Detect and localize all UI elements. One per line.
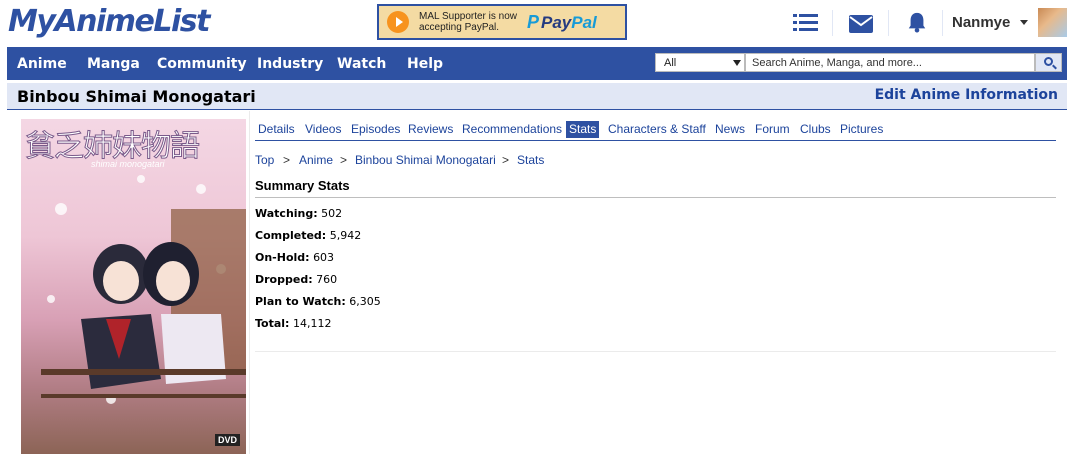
paypal-p-icon: P (527, 11, 540, 32)
paypal-logo-pal: Pal (571, 12, 597, 32)
stat-label: Completed: (255, 229, 327, 242)
search-icon-handle (1052, 64, 1057, 70)
stat-value: 760 (316, 273, 338, 286)
stat-completed: Completed: 5,942 (255, 229, 361, 242)
dvd-badge: DVD (214, 434, 240, 446)
banner-text: MAL Supporter is now accepting PayPal. (419, 11, 518, 33)
site-logo[interactable]: MyAnimeList (8, 4, 210, 39)
anime-tabs: Details Videos Episodes Reviews Recommen… (255, 120, 1056, 141)
breadcrumb-separator: > (283, 153, 291, 167)
paypal-banner[interactable]: MAL Supporter is now accepting PayPal. P… (377, 4, 627, 40)
tab-stats[interactable]: Stats (566, 121, 600, 138)
tab-clubs[interactable]: Clubs (797, 121, 834, 138)
summary-stats-heading: Summary Stats (255, 178, 350, 193)
stat-label: Dropped: (255, 273, 313, 286)
notification-bell-icon[interactable] (904, 11, 930, 33)
cover-artwork (41, 175, 246, 404)
breadcrumb-anime-title[interactable]: Binbou Shimai Monogatari (355, 153, 496, 167)
paypal-logo-pay: Pay (541, 12, 572, 32)
stat-value: 6,305 (349, 295, 381, 308)
chevron-down-icon[interactable] (1020, 20, 1028, 25)
tab-characters-staff[interactable]: Characters & Staff (605, 121, 709, 138)
cover-image[interactable]: 貧乏姉妹物語 shimai monogatari DVD (21, 119, 246, 454)
nav-manga[interactable]: Manga (87, 56, 140, 72)
paypal-logo: P PayPal (527, 12, 597, 33)
tab-videos[interactable]: Videos (302, 121, 344, 138)
stat-value: 603 (313, 251, 335, 264)
breadcrumb-anime[interactable]: Anime (299, 153, 333, 167)
stat-total: Total: 14,112 (255, 317, 331, 330)
tab-reviews[interactable]: Reviews (405, 121, 456, 138)
stat-on-hold: On-Hold: 603 (255, 251, 334, 264)
stat-value: 5,942 (329, 229, 362, 242)
main-nav: Anime Manga Community Industry Watch Hel… (7, 47, 1067, 80)
tab-recommendations[interactable]: Recommendations (459, 121, 565, 138)
header-divider (942, 10, 943, 36)
breadcrumb-separator: > (340, 153, 348, 167)
header-divider (888, 10, 889, 36)
page-title: Binbou Shimai Monogatari (17, 87, 256, 106)
tab-details[interactable]: Details (255, 121, 298, 138)
stat-plan-to-watch: Plan to Watch: 6,305 (255, 295, 381, 308)
username[interactable]: Nanmye (952, 14, 1010, 31)
nav-community[interactable]: Community (157, 56, 247, 72)
divider (255, 197, 1056, 198)
left-column: 貧乏姉妹物語 shimai monogatari DVD (7, 111, 250, 454)
tab-forum[interactable]: Forum (752, 121, 793, 138)
stat-label: Plan to Watch: (255, 295, 346, 308)
nav-industry[interactable]: Industry (257, 56, 323, 72)
search-input[interactable] (745, 53, 1035, 72)
search-category-select[interactable]: All (655, 53, 745, 72)
divider (255, 351, 1056, 352)
play-icon (387, 11, 409, 33)
nav-anime[interactable]: Anime (17, 56, 67, 72)
stat-value: 14,112 (292, 317, 332, 330)
title-bar: Binbou Shimai Monogatari Edit Anime Info… (7, 83, 1067, 110)
search-button[interactable] (1035, 53, 1062, 72)
stat-dropped: Dropped: 760 (255, 273, 337, 286)
header-divider (832, 10, 833, 36)
cover-subtitle: shimai monogatari (91, 159, 165, 169)
breadcrumb-stats[interactable]: Stats (517, 153, 544, 167)
stat-label: On-Hold: (255, 251, 310, 264)
site-header: MyAnimeList MAL Supporter is now accepti… (0, 0, 1075, 45)
edit-anime-link[interactable]: Edit Anime Information (875, 87, 1058, 103)
chevron-down-icon (733, 60, 741, 66)
mail-icon[interactable] (848, 13, 874, 35)
tab-episodes[interactable]: Episodes (348, 121, 403, 138)
stat-label: Watching: (255, 207, 318, 220)
stat-value: 502 (321, 207, 343, 220)
stat-watching: Watching: 502 (255, 207, 342, 220)
stat-label: Total: (255, 317, 290, 330)
tab-pictures[interactable]: Pictures (837, 121, 886, 138)
nav-help[interactable]: Help (407, 56, 443, 72)
tab-news[interactable]: News (712, 121, 748, 138)
breadcrumb-separator: > (502, 153, 510, 167)
breadcrumb-top[interactable]: Top (255, 153, 274, 167)
avatar[interactable] (1038, 8, 1067, 37)
nav-watch[interactable]: Watch (337, 56, 386, 72)
list-icon[interactable] (793, 12, 819, 34)
